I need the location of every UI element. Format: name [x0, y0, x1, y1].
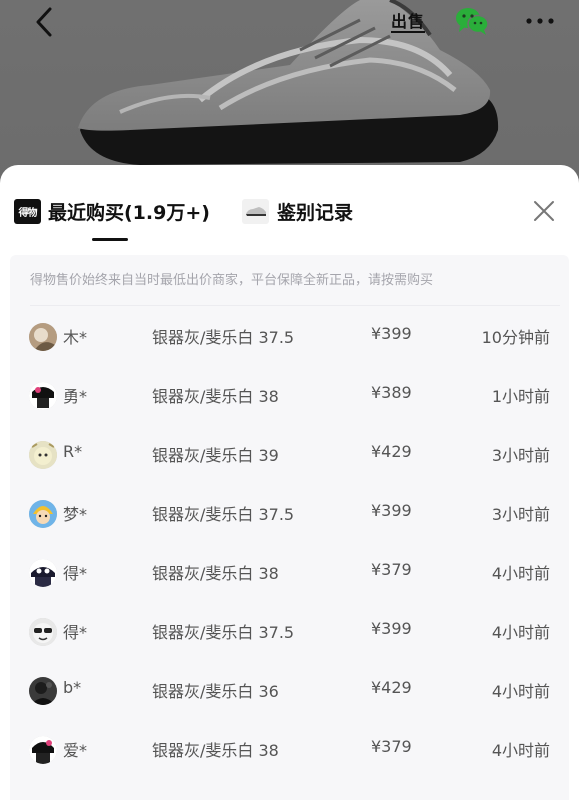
- price: ¥389: [371, 383, 412, 402]
- product-spec: 银器灰/斐乐白 39: [152, 446, 279, 465]
- product-spec: 银器灰/斐乐白 37.5: [152, 505, 295, 524]
- price-notice: 得物售价始终来自当时最低出价商家，平台保障全新正品，请按需购买: [30, 273, 434, 288]
- price: ¥429: [371, 442, 412, 461]
- active-tab-indicator: [92, 238, 128, 241]
- avatar: [29, 382, 57, 410]
- wechat-icon: [456, 8, 489, 35]
- list-item[interactable]: 爱* 银器灰/斐乐白 38 ¥379 4小时前: [10, 723, 569, 782]
- purchase-time: 4小时前: [491, 623, 550, 642]
- tab-bar: 得物 最近购买(1.9万+) 鉴别记录: [0, 165, 579, 255]
- avatar: [29, 618, 57, 646]
- screen: 出售 得物 最近购买(1.9万+) 鉴别记录 得物售价始终来自当时最低出价商家，…: [0, 0, 579, 800]
- tab-recent-purchases[interactable]: 得物 最近购买(1.9万+): [14, 195, 210, 227]
- purchase-list-panel: 得物售价始终来自当时最低出价商家，平台保障全新正品，请按需购买 木* 银器灰/斐…: [10, 255, 569, 800]
- purchase-time: 10分钟前: [481, 328, 550, 347]
- list-item[interactable]: R* 银器灰/斐乐白 39 ¥429 3小时前: [10, 428, 569, 487]
- more-icon: [526, 18, 554, 24]
- purchase-time: 4小时前: [491, 741, 550, 760]
- wechat-share-button[interactable]: [452, 4, 492, 38]
- close-button[interactable]: [528, 195, 560, 227]
- price: ¥379: [371, 737, 412, 756]
- buyer-name: 爱*: [63, 741, 88, 760]
- buyer-name: 木*: [63, 328, 88, 347]
- purchase-time: 3小时前: [491, 446, 550, 465]
- divider: [30, 305, 560, 306]
- avatar: [29, 441, 57, 469]
- product-shoe-image: [78, 0, 499, 165]
- price: ¥429: [371, 678, 412, 697]
- price: ¥379: [371, 560, 412, 579]
- avatar: [29, 323, 57, 351]
- purchase-time: 1小时前: [491, 387, 550, 406]
- product-spec: 银器灰/斐乐白 38: [152, 564, 279, 583]
- brand-logo: 得物: [14, 198, 41, 224]
- price: ¥399: [371, 324, 412, 343]
- buyer-name: R*: [63, 442, 83, 461]
- tab-recent-purchases-label: 最近购买(1.9万+): [48, 201, 210, 224]
- list-item[interactable]: 勇* 银器灰/斐乐白 38 ¥389 1小时前: [10, 369, 569, 428]
- product-spec: 银器灰/斐乐白 38: [152, 387, 279, 406]
- product-spec: 银器灰/斐乐白 36: [152, 682, 279, 701]
- product-spec: 银器灰/斐乐白 38: [152, 741, 279, 760]
- avatar: [29, 736, 57, 764]
- back-button[interactable]: [26, 4, 62, 40]
- purchase-time: 4小时前: [491, 564, 550, 583]
- list-item[interactable]: 得* 银器灰/斐乐白 37.5 ¥399 4小时前: [10, 605, 569, 664]
- sell-button-label: 出售: [390, 12, 425, 33]
- product-spec: 银器灰/斐乐白 37.5: [152, 623, 295, 642]
- tab-authentication-records-label: 鉴别记录: [277, 201, 354, 224]
- recent-purchases-sheet: 得物 最近购买(1.9万+) 鉴别记录 得物售价始终来自当时最低出价商家，平台保…: [0, 165, 579, 800]
- product-spec: 银器灰/斐乐白 37.5: [152, 328, 295, 347]
- back-arrow-icon: [36, 7, 52, 37]
- list-item[interactable]: 得* 银器灰/斐乐白 38 ¥379 4小时前: [10, 546, 569, 605]
- purchase-time: 4小时前: [491, 682, 550, 701]
- list-item[interactable]: b* 银器灰/斐乐白 36 ¥429 4小时前: [10, 664, 569, 723]
- shoe-thumbnail-icon: [242, 198, 269, 224]
- buyer-name: 勇*: [63, 387, 88, 406]
- price: ¥399: [371, 501, 412, 520]
- buyer-name: 得*: [63, 564, 88, 583]
- price: ¥399: [371, 619, 412, 638]
- more-button[interactable]: [520, 6, 560, 36]
- buyer-name: 得*: [63, 623, 88, 642]
- avatar: [29, 677, 57, 705]
- avatar: [29, 559, 57, 587]
- tab-authentication-records[interactable]: 鉴别记录: [242, 195, 353, 227]
- list-item[interactable]: 木* 银器灰/斐乐白 37.5 ¥399 10分钟前: [10, 310, 569, 369]
- close-icon: [534, 201, 554, 221]
- buyer-name: b*: [63, 678, 82, 697]
- avatar: [29, 500, 57, 528]
- sell-button[interactable]: 出售: [386, 4, 430, 42]
- list-item[interactable]: 梦* 银器灰/斐乐白 37.5 ¥399 3小时前: [10, 487, 569, 546]
- purchase-time: 3小时前: [491, 505, 550, 524]
- buyer-name: 梦*: [63, 505, 88, 524]
